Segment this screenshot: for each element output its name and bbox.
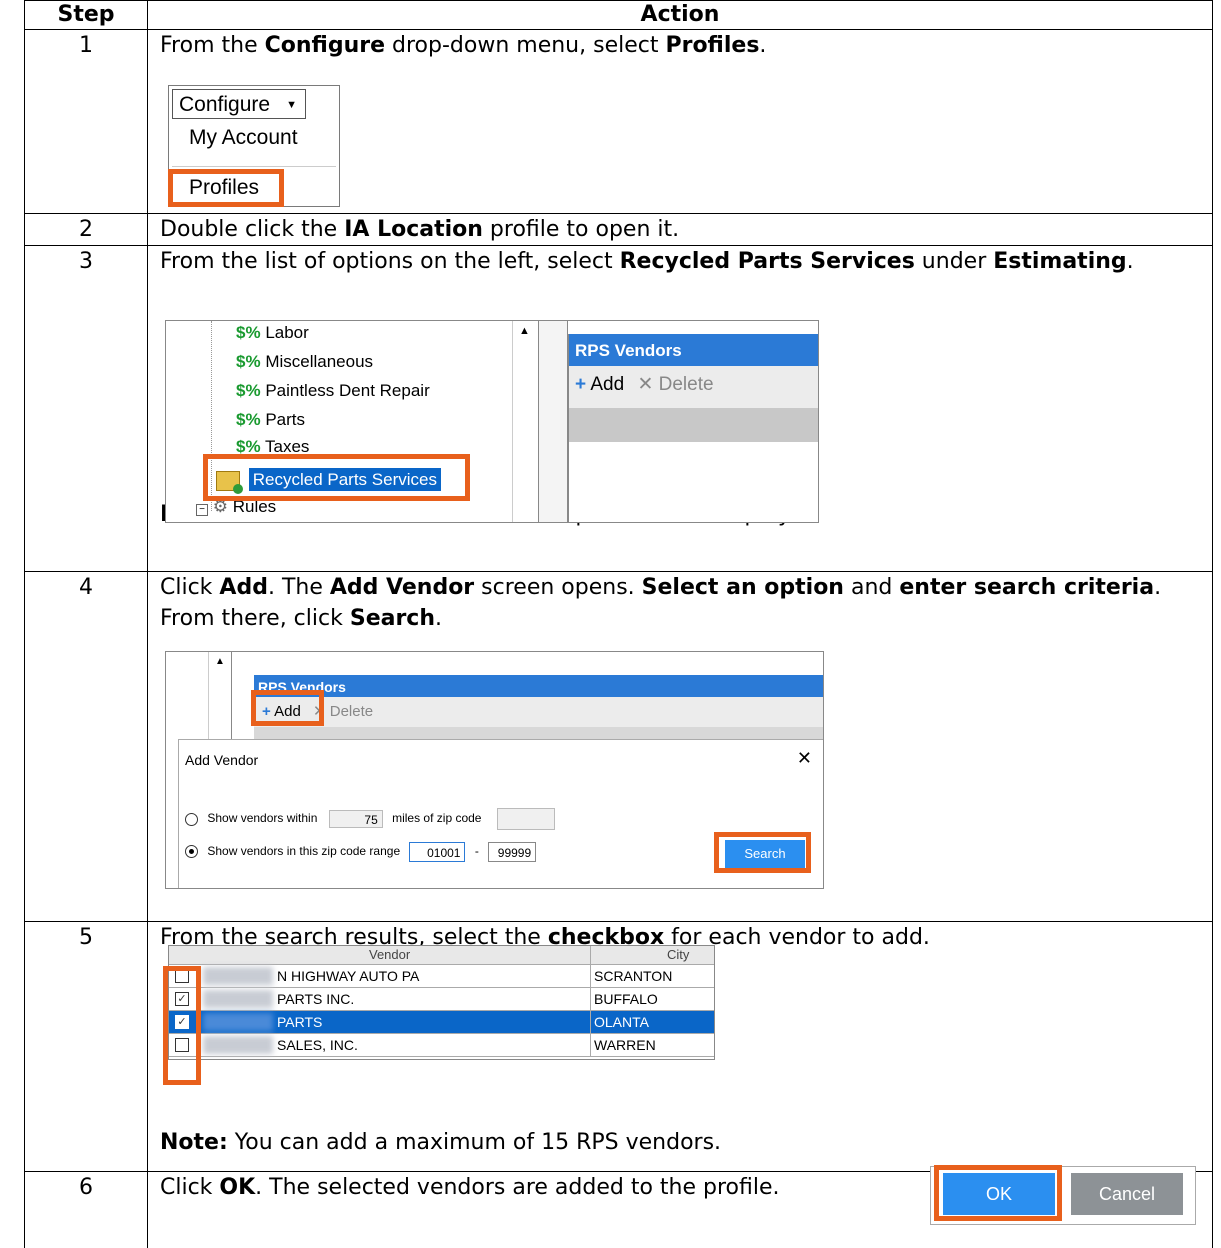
col-divider	[590, 965, 591, 987]
miles-input[interactable]: 75	[328, 810, 383, 828]
rps-vendors-panel: RPS Vendors + Add ✕ Delete	[568, 334, 818, 522]
vendor-row[interactable]: SALES, INC. WARREN	[169, 1034, 714, 1057]
percent-icon: $%	[236, 352, 261, 371]
vendor-city: SCRANTON	[594, 968, 673, 984]
scroll-up-icon: ▲	[215, 656, 225, 667]
menu-divider	[172, 166, 336, 167]
percent-icon: $%	[236, 410, 261, 429]
col-vendor[interactable]: Vendor	[369, 946, 410, 964]
step-note: Note: You can add a maximum of 15 RPS ve…	[160, 1130, 722, 1155]
redacted-text	[203, 967, 273, 985]
highlight-box	[203, 454, 470, 501]
configure-dropdown[interactable]: Configure ▼	[172, 89, 306, 119]
scroll-up-icon: ▲	[519, 325, 530, 337]
toolbar: + Add ✕ Delete	[569, 366, 818, 408]
col-divider	[590, 1011, 591, 1033]
highlight-box	[163, 966, 201, 1085]
radio-selected[interactable]	[185, 845, 198, 859]
redacted-text	[203, 1013, 273, 1031]
delete-button[interactable]: ✕ Delete	[637, 374, 713, 395]
vendor-name: N HIGHWAY AUTO PA	[277, 968, 420, 984]
percent-icon: $%	[236, 381, 261, 400]
step-number: 4	[24, 571, 148, 922]
col-city[interactable]: City	[667, 946, 689, 964]
percent-icon: $%	[236, 323, 261, 342]
close-icon: ✕	[637, 374, 654, 395]
highlight-box	[934, 1165, 1062, 1221]
panel-title: RPS Vendors	[569, 334, 818, 366]
vendor-name: PARTS INC.	[277, 991, 355, 1007]
highlight-box	[168, 169, 284, 207]
step-number: 2	[24, 213, 148, 246]
grid-header: Vendor City	[169, 946, 714, 965]
col-divider	[590, 946, 591, 964]
vendor-city: OLANTA	[594, 1014, 649, 1030]
step-number: 5	[24, 921, 148, 1172]
grid-header	[569, 408, 818, 442]
close-icon[interactable]: ✕	[797, 748, 812, 769]
highlight-box	[714, 832, 811, 873]
step-number: 3	[24, 245, 148, 572]
tree-item-pdr[interactable]: $% Paintless Dent Repair	[236, 381, 430, 401]
plus-icon: +	[575, 374, 587, 395]
step-action-2: Double click the IA Location profile to …	[147, 213, 1213, 246]
zip-to-input[interactable]: 99999	[488, 841, 537, 862]
vendor-name: PARTS	[277, 1014, 323, 1030]
vendor-row[interactable]: ✓ PARTS OLANTA	[169, 1011, 714, 1034]
redacted-text	[203, 1036, 273, 1054]
radio-unselected[interactable]	[185, 812, 198, 826]
menu-item-my-account[interactable]: My Account	[189, 126, 298, 150]
option-radius[interactable]: Show vendors within 75 miles of zip code	[185, 808, 555, 830]
zip-from-input[interactable]: 01001	[409, 841, 466, 862]
splitter[interactable]	[538, 321, 568, 522]
redacted-text	[203, 990, 273, 1008]
toolbar: + Add ✕ Delete	[254, 697, 823, 727]
vendor-name: SALES, INC.	[277, 1037, 358, 1053]
tree-item-parts[interactable]: $% Parts	[236, 410, 305, 430]
vendor-city: WARREN	[594, 1037, 656, 1053]
zip-code-input[interactable]	[496, 808, 555, 830]
col-divider	[590, 1034, 591, 1056]
header-step: Step	[24, 0, 148, 30]
vendor-row[interactable]: ✓ PARTS INC. BUFFALO	[169, 988, 714, 1011]
vendor-city: BUFFALO	[594, 991, 658, 1007]
cancel-button[interactable]: Cancel	[1071, 1173, 1183, 1215]
col-divider	[590, 988, 591, 1010]
tree-item-labor[interactable]: $% Labor	[236, 323, 309, 343]
collapse-icon: −	[196, 504, 208, 516]
vendor-results-screenshot: Vendor City N HIGHWAY AUTO PA SCRANTON ✓ PA…	[168, 945, 715, 1060]
panel-title: RPS Vendors	[254, 675, 823, 697]
header-action: Action	[147, 0, 1213, 30]
dialog-title: Add Vendor	[185, 752, 259, 768]
step-number: 6	[24, 1171, 148, 1248]
chevron-down-icon: ▼	[286, 99, 297, 111]
tree-scrollbar[interactable]: ▲	[512, 321, 537, 522]
option-range[interactable]: Show vendors in this zip code range 0100…	[185, 840, 537, 862]
vendor-row[interactable]: N HIGHWAY AUTO PA SCRANTON	[169, 965, 714, 988]
step-number: 1	[24, 29, 148, 214]
highlight-box	[251, 690, 324, 726]
add-button[interactable]: + Add	[575, 374, 624, 395]
tree-item-misc[interactable]: $% Miscellaneous	[236, 352, 373, 372]
